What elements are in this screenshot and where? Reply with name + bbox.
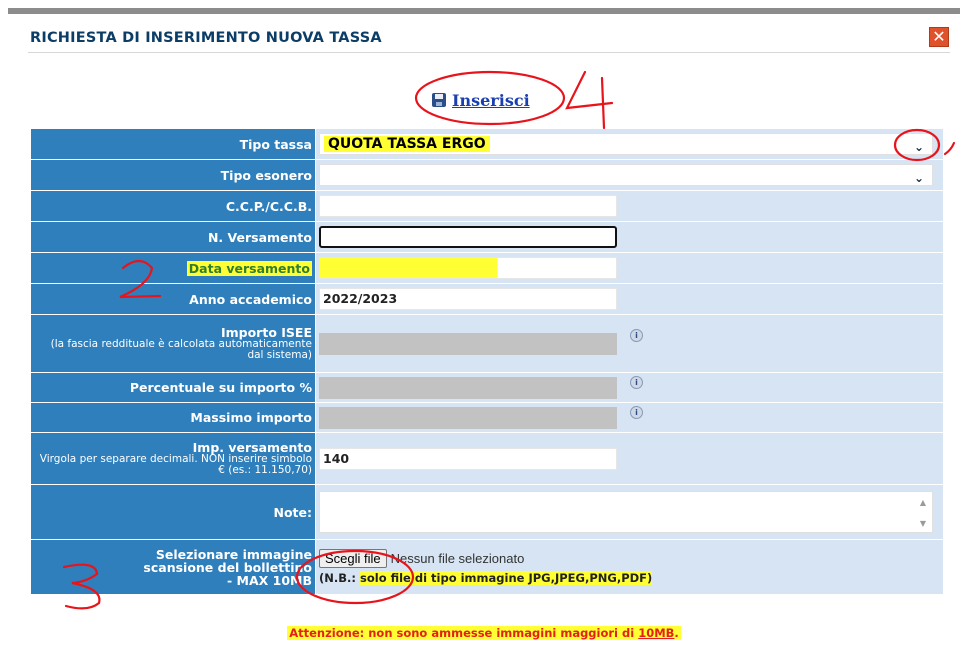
annotation-digit-2: [119, 259, 162, 299]
annotation-digit-4: [565, 70, 614, 130]
annotation-overlay: [62, 70, 956, 610]
annotation-circle-dropdown: [893, 128, 941, 162]
annotation-circle-file: [295, 549, 415, 605]
annotation-circle-insert: [414, 70, 566, 126]
annotation-digit-3: [62, 563, 101, 610]
annotation-mark-1: [943, 141, 956, 156]
